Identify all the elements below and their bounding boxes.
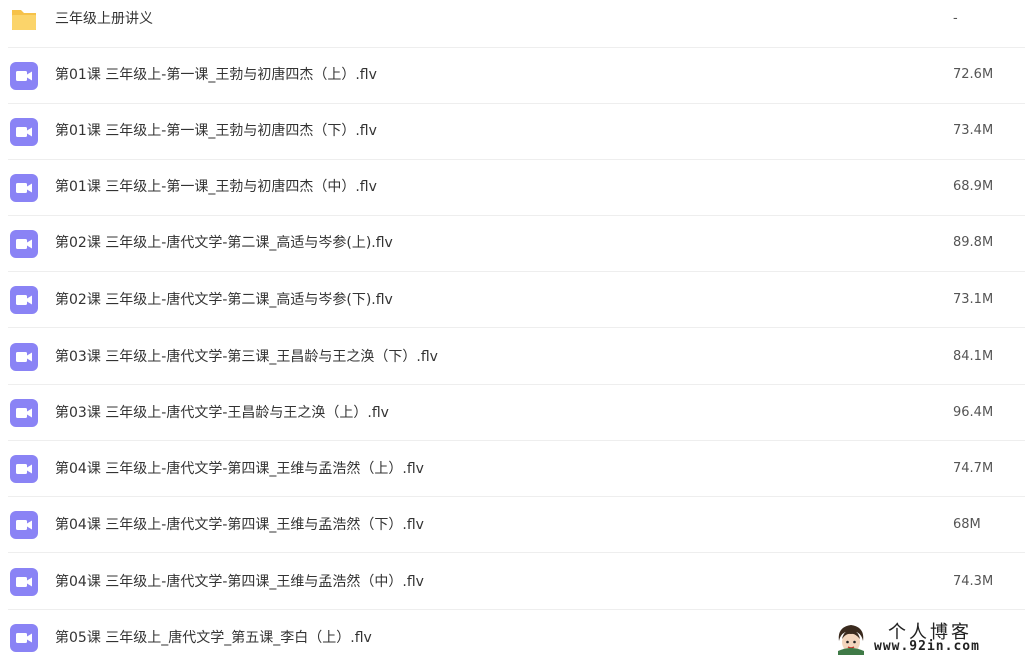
file-row-video[interactable]: 第04课 三年级上-唐代文学-第四课_王维与孟浩然（中）.flv 74.3M (0, 554, 1025, 610)
file-row-video[interactable]: 第01课 三年级上-第一课_王勃与初唐四杰（下）.flv 73.4M (0, 104, 1025, 160)
file-size: - (953, 11, 958, 26)
file-name[interactable]: 第04课 三年级上-唐代文学-第四课_王维与孟浩然（下）.flv (55, 516, 424, 534)
file-name[interactable]: 第01课 三年级上-第一课_王勃与初唐四杰（下）.flv (55, 122, 377, 140)
file-name[interactable]: 第02课 三年级上-唐代文学-第二课_高适与岑参(上).flv (55, 234, 393, 252)
file-size: 84.1M (953, 349, 994, 364)
file-row-video[interactable]: 第01课 三年级上-第一课_王勃与初唐四杰（上）.flv 72.6M (0, 48, 1025, 104)
file-row-video[interactable]: 第01课 三年级上-第一课_王勃与初唐四杰（中）.flv 68.9M (0, 160, 1025, 216)
file-name[interactable]: 第04课 三年级上-唐代文学-第四课_王维与孟浩然（上）.flv (55, 460, 424, 478)
video-icon (10, 286, 38, 314)
video-icon (10, 455, 38, 483)
video-icon (10, 568, 38, 596)
file-name[interactable]: 第04课 三年级上-唐代文学-第四课_王维与孟浩然（中）.flv (55, 573, 424, 591)
file-name[interactable]: 第03课 三年级上-唐代文学-王昌龄与王之涣（上）.flv (55, 404, 389, 422)
file-size: 73.1M (953, 292, 994, 307)
file-row-video[interactable]: 第04课 三年级上-唐代文学-第四课_王维与孟浩然（上）.flv 74.7M (0, 441, 1025, 497)
file-size: 72.6M (953, 67, 994, 82)
watermark-url: www.92in.com (874, 639, 980, 654)
folder-icon (10, 5, 38, 33)
file-name[interactable]: 第02课 三年级上-唐代文学-第二课_高适与岑参(下).flv (55, 291, 393, 309)
file-size: 73.4M (953, 123, 994, 138)
file-row-video[interactable]: 第03课 三年级上-唐代文学-第三课_王昌龄与王之涣（下）.flv 84.1M (0, 329, 1025, 385)
video-icon (10, 343, 38, 371)
video-icon (10, 62, 38, 90)
row-divider (8, 327, 1025, 328)
file-size: 74.3M (953, 574, 994, 589)
video-icon (10, 118, 38, 146)
file-size: 68M (953, 517, 981, 532)
video-icon (10, 174, 38, 202)
video-icon (10, 624, 38, 652)
file-name[interactable]: 第05课 三年级上_唐代文学_第五课_李白（上）.flv (55, 629, 372, 647)
file-row-video[interactable]: 第03课 三年级上-唐代文学-王昌龄与王之涣（上）.flv 96.4M (0, 385, 1025, 441)
file-name[interactable]: 第01课 三年级上-第一课_王勃与初唐四杰（上）.flv (55, 66, 377, 84)
file-name[interactable]: 第03课 三年级上-唐代文学-第三课_王昌龄与王之涣（下）.flv (55, 348, 438, 366)
video-icon (10, 230, 38, 258)
file-row-folder[interactable]: 三年级上册讲义 - (0, 0, 1025, 48)
file-size: 74.7M (953, 461, 994, 476)
file-row-video[interactable]: 第02课 三年级上-唐代文学-第二课_高适与岑参(上).flv 89.8M (0, 216, 1025, 272)
video-icon (10, 511, 38, 539)
video-icon (10, 399, 38, 427)
file-size: 96.4M (953, 405, 994, 420)
file-row-video[interactable]: 第04课 三年级上-唐代文学-第四课_王维与孟浩然（下）.flv 68M (0, 497, 1025, 553)
file-name[interactable]: 三年级上册讲义 (55, 10, 153, 28)
file-row-video[interactable]: 第02课 三年级上-唐代文学-第二课_高适与岑参(下).flv 73.1M (0, 272, 1025, 328)
file-size: 89.8M (953, 235, 994, 250)
row-divider (8, 552, 1025, 553)
avatar-logo (835, 621, 867, 655)
file-name[interactable]: 第01课 三年级上-第一课_王勃与初唐四杰（中）.flv (55, 178, 377, 196)
file-size: 68.9M (953, 179, 994, 194)
watermark: 个人博客 www.92in.com (830, 617, 1025, 659)
